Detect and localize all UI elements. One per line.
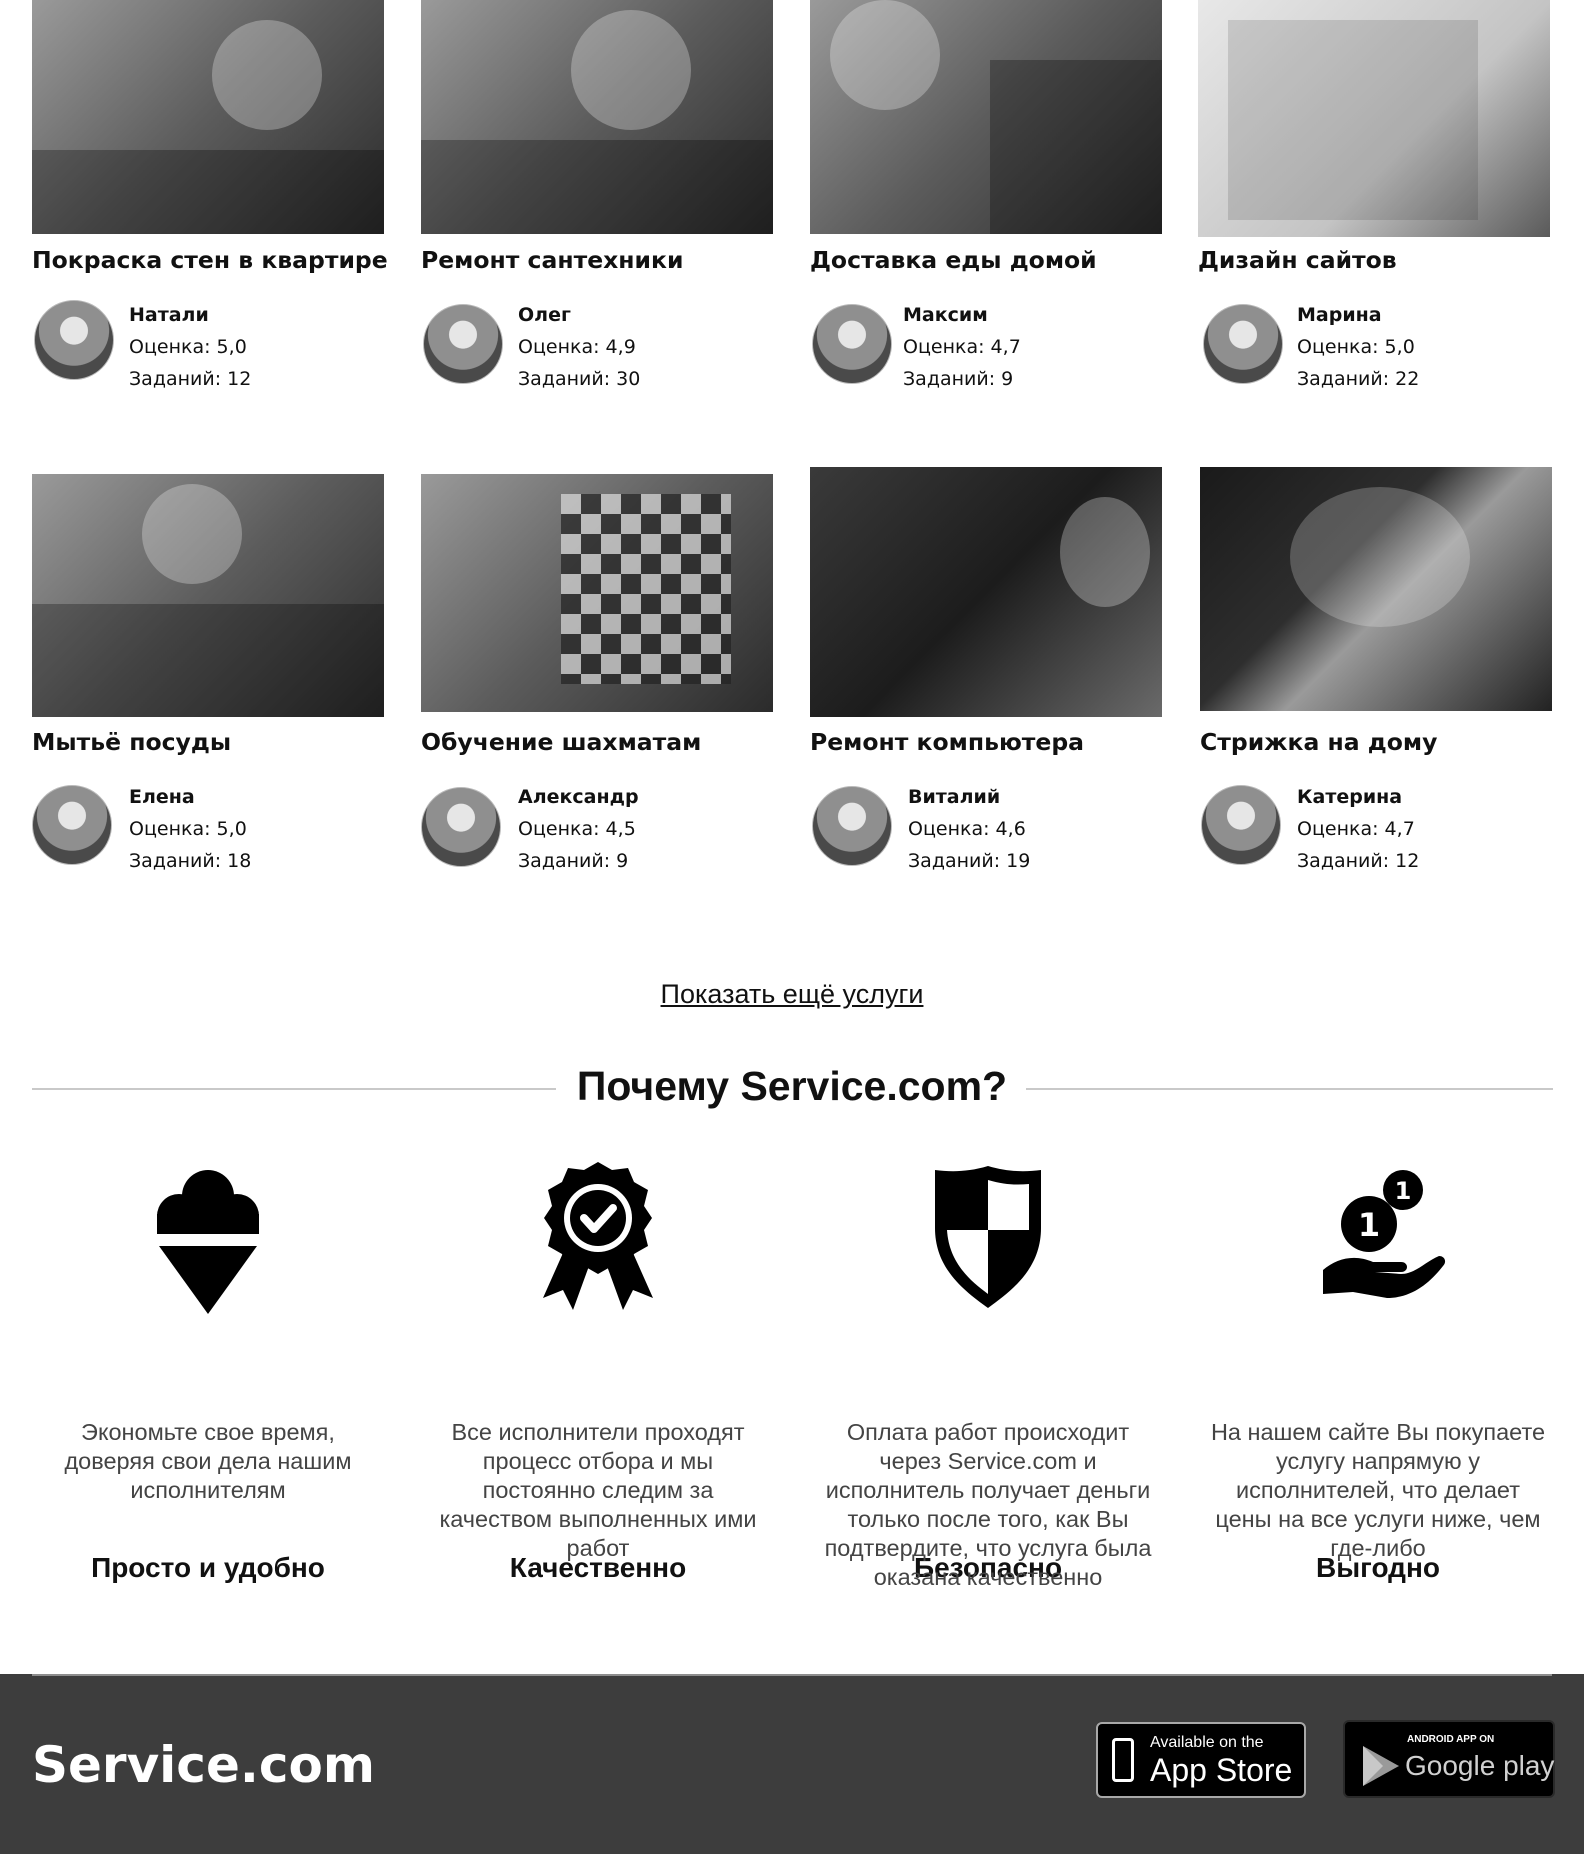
performer-rating: Оценка: 4,9 (518, 336, 636, 358)
service-photo[interactable] (32, 0, 384, 234)
performer-tasks: Заданий: 30 (518, 368, 641, 390)
feature-text: Оплата работ происходит через Service.co… (824, 1419, 1152, 1590)
performer-name[interactable]: Александр (518, 786, 639, 808)
service-title[interactable]: Ремонт сантехники (421, 246, 683, 274)
avatar[interactable] (423, 304, 503, 384)
performer-name[interactable]: Виталий (908, 786, 1000, 808)
feature-title: Просто и удобно (91, 1552, 325, 1583)
feature-text: Все исполнители проходят процесс отбора … (439, 1419, 757, 1561)
performer-rating: Оценка: 4,6 (908, 818, 1026, 840)
footer-divider (32, 1674, 1552, 1676)
app-store-small-label: Available on the (1150, 1734, 1264, 1751)
avatar[interactable] (34, 300, 114, 380)
feature-profitable: 1 1 Выгодно На нашем сайте Вы покупаете … (1198, 1158, 1558, 1583)
performer-rating: Оценка: 5,0 (1297, 336, 1415, 358)
service-photo[interactable] (421, 474, 773, 712)
performer-name[interactable]: Натали (129, 304, 209, 326)
service-photo[interactable] (1200, 467, 1552, 711)
performer-name[interactable]: Катерина (1297, 786, 1402, 808)
avatar[interactable] (421, 787, 501, 867)
performer-rating: Оценка: 4,5 (518, 818, 636, 840)
service-photo[interactable] (32, 474, 384, 717)
show-more-container: Показать ещё услуги (0, 979, 1584, 1010)
section-title: Почему Service.com? (576, 1063, 1008, 1109)
footer-logo[interactable]: Service.com (32, 1736, 375, 1794)
feature-text: На нашем сайте Вы покупаете услугу напря… (1210, 1419, 1546, 1561)
award-badge-icon (523, 1158, 673, 1318)
service-photo[interactable] (421, 0, 773, 234)
performer-rating: Оценка: 5,0 (129, 336, 247, 358)
performer-tasks: Заданий: 12 (1297, 850, 1420, 872)
google-play-button[interactable]: ANDROID APP ON Google play (1343, 1720, 1555, 1798)
performer-tasks: Заданий: 18 (129, 850, 252, 872)
avatar[interactable] (32, 785, 112, 865)
service-title[interactable]: Мытьё посуды (32, 728, 231, 756)
show-more-link[interactable]: Показать ещё услуги (661, 979, 924, 1009)
coin-hand-icon: 1 1 (1303, 1158, 1453, 1318)
feature-quality: Качественно Все исполнители проходят про… (418, 1158, 778, 1583)
footer: Service.com Available on the App Store A… (0, 1674, 1584, 1854)
service-title[interactable]: Обучение шахматам (421, 728, 701, 756)
avatar[interactable] (1201, 785, 1281, 865)
svg-text:1: 1 (1358, 1206, 1380, 1244)
performer-rating: Оценка: 4,7 (903, 336, 1021, 358)
app-store-button[interactable]: Available on the App Store (1096, 1722, 1306, 1798)
shield-icon (913, 1158, 1063, 1318)
performer-tasks: Заданий: 22 (1297, 368, 1420, 390)
avatar[interactable] (1203, 304, 1283, 384)
play-triangle-icon (1363, 1746, 1399, 1786)
performer-rating: Оценка: 5,0 (129, 818, 247, 840)
app-store-big-label: App Store (1150, 1752, 1293, 1788)
avatar[interactable] (812, 786, 892, 866)
performer-name[interactable]: Марина (1297, 304, 1382, 326)
performer-name[interactable]: Елена (129, 786, 195, 808)
service-photo[interactable] (810, 0, 1162, 234)
feature-simple: Просто и удобно Экономьте свое время, до… (28, 1158, 388, 1583)
apple-phone-icon (1112, 1738, 1134, 1782)
google-play-big-label: Google play (1405, 1750, 1555, 1781)
ice-cream-icon (133, 1158, 283, 1318)
svg-text:1: 1 (1395, 1177, 1412, 1205)
service-title[interactable]: Ремонт компьютера (810, 728, 1084, 756)
performer-rating: Оценка: 4,7 (1297, 818, 1415, 840)
service-photo[interactable] (810, 467, 1162, 717)
performer-tasks: Заданий: 19 (908, 850, 1031, 872)
service-photo[interactable] (1198, 0, 1550, 237)
service-title[interactable]: Доставка еды домой (810, 246, 1097, 274)
service-title[interactable]: Стрижка на дому (1200, 728, 1437, 756)
feature-safe: Безопасно Оплата работ происходит через … (808, 1158, 1168, 1590)
performer-tasks: Заданий: 9 (518, 850, 629, 872)
feature-text: Экономьте свое время, доверяя свои дела … (64, 1419, 352, 1503)
performer-tasks: Заданий: 9 (903, 368, 1014, 390)
service-title[interactable]: Дизайн сайтов (1198, 246, 1397, 274)
performer-name[interactable]: Олег (518, 304, 571, 326)
performer-name[interactable]: Максим (903, 304, 988, 326)
avatar[interactable] (812, 304, 892, 384)
google-play-small-label: ANDROID APP ON (1407, 1734, 1495, 1745)
performer-tasks: Заданий: 12 (129, 368, 252, 390)
service-title[interactable]: Покраска стен в квартире (32, 246, 388, 274)
